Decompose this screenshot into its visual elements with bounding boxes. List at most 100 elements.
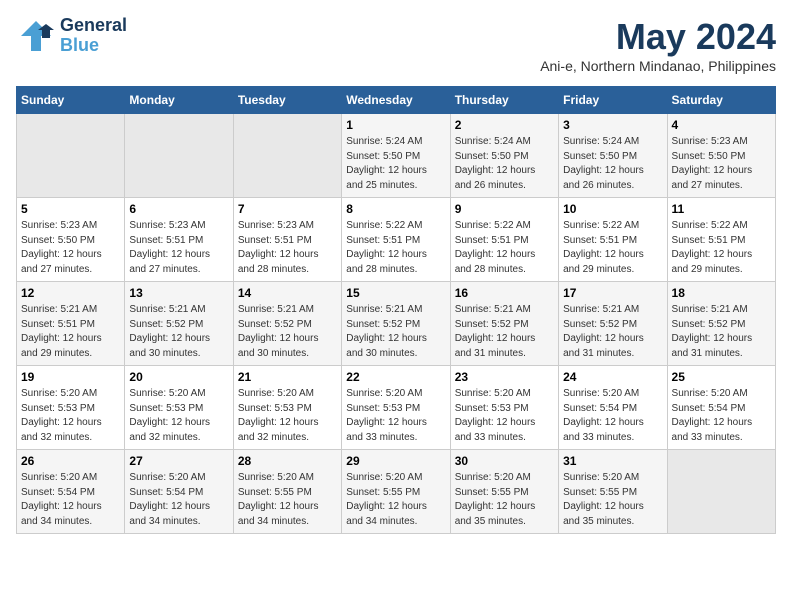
day-number: 19 (21, 370, 120, 384)
day-info: Sunrise: 5:20 AM Sunset: 5:55 PM Dayligh… (346, 471, 445, 529)
calendar-week-5: 26 Sunrise: 5:20 AM Sunset: 5:54 PM Dayli… (17, 450, 776, 534)
day-info: Sunrise: 5:22 AM Sunset: 5:51 PM Dayligh… (672, 219, 771, 277)
day-info: Sunrise: 5:21 AM Sunset: 5:52 PM Dayligh… (563, 303, 662, 361)
table-row: 6Sunrise: 5:23 AM Sunset: 5:51 PM Daylig… (125, 198, 233, 282)
day-number: 5 (21, 202, 120, 216)
day-info: Sunrise: 5:24 AM Sunset: 5:50 PM Dayligh… (346, 135, 445, 193)
day-info: Sunrise: 5:20 AM Sunset: 5:53 PM Dayligh… (346, 387, 445, 445)
table-row: 28 Sunrise: 5:20 AM Sunset: 5:55 PM Dayli… (233, 450, 341, 534)
weekday-header-sunday: Sunday (17, 87, 125, 114)
day-number: 10 (563, 202, 662, 216)
table-row: 11Sunrise: 5:22 AM Sunset: 5:51 PM Dayli… (667, 198, 775, 282)
table-row: 16Sunrise: 5:21 AM Sunset: 5:52 PM Dayli… (450, 282, 558, 366)
day-number: 26 (21, 454, 120, 468)
weekday-header-wednesday: Wednesday (342, 87, 450, 114)
day-number: 7 (238, 202, 337, 216)
table-row: 26 Sunrise: 5:20 AM Sunset: 5:54 PM Dayli… (17, 450, 125, 534)
table-row: 25 Sunrise: 5:20 AM Sunset: 5:54 PM Dayli… (667, 366, 775, 450)
table-row: 4 Sunrise: 5:23 AM Sunset: 5:50 PM Daylig… (667, 114, 775, 198)
table-row: 18 Sunrise: 5:21 AM Sunset: 5:52 PM Dayli… (667, 282, 775, 366)
weekday-header-saturday: Saturday (667, 87, 775, 114)
calendar-week-3: 12Sunrise: 5:21 AM Sunset: 5:51 PM Dayli… (17, 282, 776, 366)
day-number: 4 (672, 118, 771, 132)
table-row: 23 Sunrise: 5:20 AM Sunset: 5:53 PM Dayli… (450, 366, 558, 450)
table-row: 1Sunrise: 5:24 AM Sunset: 5:50 PM Daylig… (342, 114, 450, 198)
day-number: 9 (455, 202, 554, 216)
weekday-header-row: SundayMondayTuesdayWednesdayThursdayFrid… (17, 87, 776, 114)
logo-general: General (60, 16, 127, 36)
day-info: Sunrise: 5:21 AM Sunset: 5:52 PM Dayligh… (238, 303, 337, 361)
table-row: 13Sunrise: 5:21 AM Sunset: 5:52 PM Dayli… (125, 282, 233, 366)
day-number: 21 (238, 370, 337, 384)
day-number: 17 (563, 286, 662, 300)
table-row: 9 Sunrise: 5:22 AM Sunset: 5:51 PM Daylig… (450, 198, 558, 282)
day-info: Sunrise: 5:20 AM Sunset: 5:55 PM Dayligh… (455, 471, 554, 529)
table-row: 19 Sunrise: 5:20 AM Sunset: 5:53 PM Dayli… (17, 366, 125, 450)
day-number: 16 (455, 286, 554, 300)
weekday-header-monday: Monday (125, 87, 233, 114)
day-info: Sunrise: 5:20 AM Sunset: 5:53 PM Dayligh… (21, 387, 120, 445)
calendar-week-1: 1Sunrise: 5:24 AM Sunset: 5:50 PM Daylig… (17, 114, 776, 198)
day-info: Sunrise: 5:20 AM Sunset: 5:54 PM Dayligh… (672, 387, 771, 445)
weekday-header-thursday: Thursday (450, 87, 558, 114)
day-number: 25 (672, 370, 771, 384)
day-info: Sunrise: 5:23 AM Sunset: 5:50 PM Dayligh… (672, 135, 771, 193)
day-info: Sunrise: 5:20 AM Sunset: 5:55 PM Dayligh… (563, 471, 662, 529)
calendar-table: SundayMondayTuesdayWednesdayThursdayFrid… (16, 86, 776, 534)
table-row: 29Sunrise: 5:20 AM Sunset: 5:55 PM Dayli… (342, 450, 450, 534)
table-row: 15 Sunrise: 5:21 AM Sunset: 5:52 PM Dayli… (342, 282, 450, 366)
day-number: 24 (563, 370, 662, 384)
table-row (667, 450, 775, 534)
table-row: 20 Sunrise: 5:20 AM Sunset: 5:53 PM Dayli… (125, 366, 233, 450)
day-info: Sunrise: 5:22 AM Sunset: 5:51 PM Dayligh… (563, 219, 662, 277)
day-number: 22 (346, 370, 445, 384)
day-number: 30 (455, 454, 554, 468)
day-info: Sunrise: 5:24 AM Sunset: 5:50 PM Dayligh… (455, 135, 554, 193)
day-number: 28 (238, 454, 337, 468)
table-row (17, 114, 125, 198)
table-row: 12Sunrise: 5:21 AM Sunset: 5:51 PM Dayli… (17, 282, 125, 366)
location-subtitle: Ani-e, Northern Mindanao, Philippines (540, 58, 776, 74)
day-number: 8 (346, 202, 445, 216)
day-info: Sunrise: 5:20 AM Sunset: 5:54 PM Dayligh… (129, 471, 228, 529)
table-row: 2Sunrise: 5:24 AM Sunset: 5:50 PM Daylig… (450, 114, 558, 198)
day-info: Sunrise: 5:20 AM Sunset: 5:54 PM Dayligh… (563, 387, 662, 445)
weekday-header-friday: Friday (559, 87, 667, 114)
day-info: Sunrise: 5:20 AM Sunset: 5:53 PM Dayligh… (129, 387, 228, 445)
table-row (233, 114, 341, 198)
table-row: 31 Sunrise: 5:20 AM Sunset: 5:55 PM Dayli… (559, 450, 667, 534)
table-row: 21Sunrise: 5:20 AM Sunset: 5:53 PM Dayli… (233, 366, 341, 450)
table-row: 10 Sunrise: 5:22 AM Sunset: 5:51 PM Dayli… (559, 198, 667, 282)
day-info: Sunrise: 5:21 AM Sunset: 5:52 PM Dayligh… (672, 303, 771, 361)
day-number: 18 (672, 286, 771, 300)
title-section: May 2024 Ani-e, Northern Mindanao, Phili… (540, 16, 776, 74)
day-number: 12 (21, 286, 120, 300)
table-row: 17 Sunrise: 5:21 AM Sunset: 5:52 PM Dayli… (559, 282, 667, 366)
page-header: General Blue May 2024 Ani-e, Northern Mi… (16, 16, 776, 74)
day-info: Sunrise: 5:20 AM Sunset: 5:55 PM Dayligh… (238, 471, 337, 529)
day-info: Sunrise: 5:20 AM Sunset: 5:53 PM Dayligh… (455, 387, 554, 445)
day-number: 31 (563, 454, 662, 468)
day-info: Sunrise: 5:21 AM Sunset: 5:52 PM Dayligh… (129, 303, 228, 361)
logo-blue: Blue (60, 36, 127, 56)
day-info: Sunrise: 5:22 AM Sunset: 5:51 PM Dayligh… (455, 219, 554, 277)
table-row: 7 Sunrise: 5:23 AM Sunset: 5:51 PM Daylig… (233, 198, 341, 282)
day-info: Sunrise: 5:20 AM Sunset: 5:54 PM Dayligh… (21, 471, 120, 529)
day-number: 3 (563, 118, 662, 132)
logo: General Blue (16, 16, 127, 56)
day-info: Sunrise: 5:22 AM Sunset: 5:51 PM Dayligh… (346, 219, 445, 277)
day-number: 20 (129, 370, 228, 384)
table-row: 3Sunrise: 5:24 AM Sunset: 5:50 PM Daylig… (559, 114, 667, 198)
table-row: 8 Sunrise: 5:22 AM Sunset: 5:51 PM Daylig… (342, 198, 450, 282)
day-number: 15 (346, 286, 445, 300)
day-number: 23 (455, 370, 554, 384)
month-title: May 2024 (540, 16, 776, 58)
day-number: 27 (129, 454, 228, 468)
day-number: 14 (238, 286, 337, 300)
table-row (125, 114, 233, 198)
day-info: Sunrise: 5:21 AM Sunset: 5:52 PM Dayligh… (346, 303, 445, 361)
day-info: Sunrise: 5:23 AM Sunset: 5:51 PM Dayligh… (238, 219, 337, 277)
calendar-week-2: 5Sunrise: 5:23 AM Sunset: 5:50 PM Daylig… (17, 198, 776, 282)
calendar-week-4: 19 Sunrise: 5:20 AM Sunset: 5:53 PM Dayli… (17, 366, 776, 450)
table-row: 24 Sunrise: 5:20 AM Sunset: 5:54 PM Dayli… (559, 366, 667, 450)
